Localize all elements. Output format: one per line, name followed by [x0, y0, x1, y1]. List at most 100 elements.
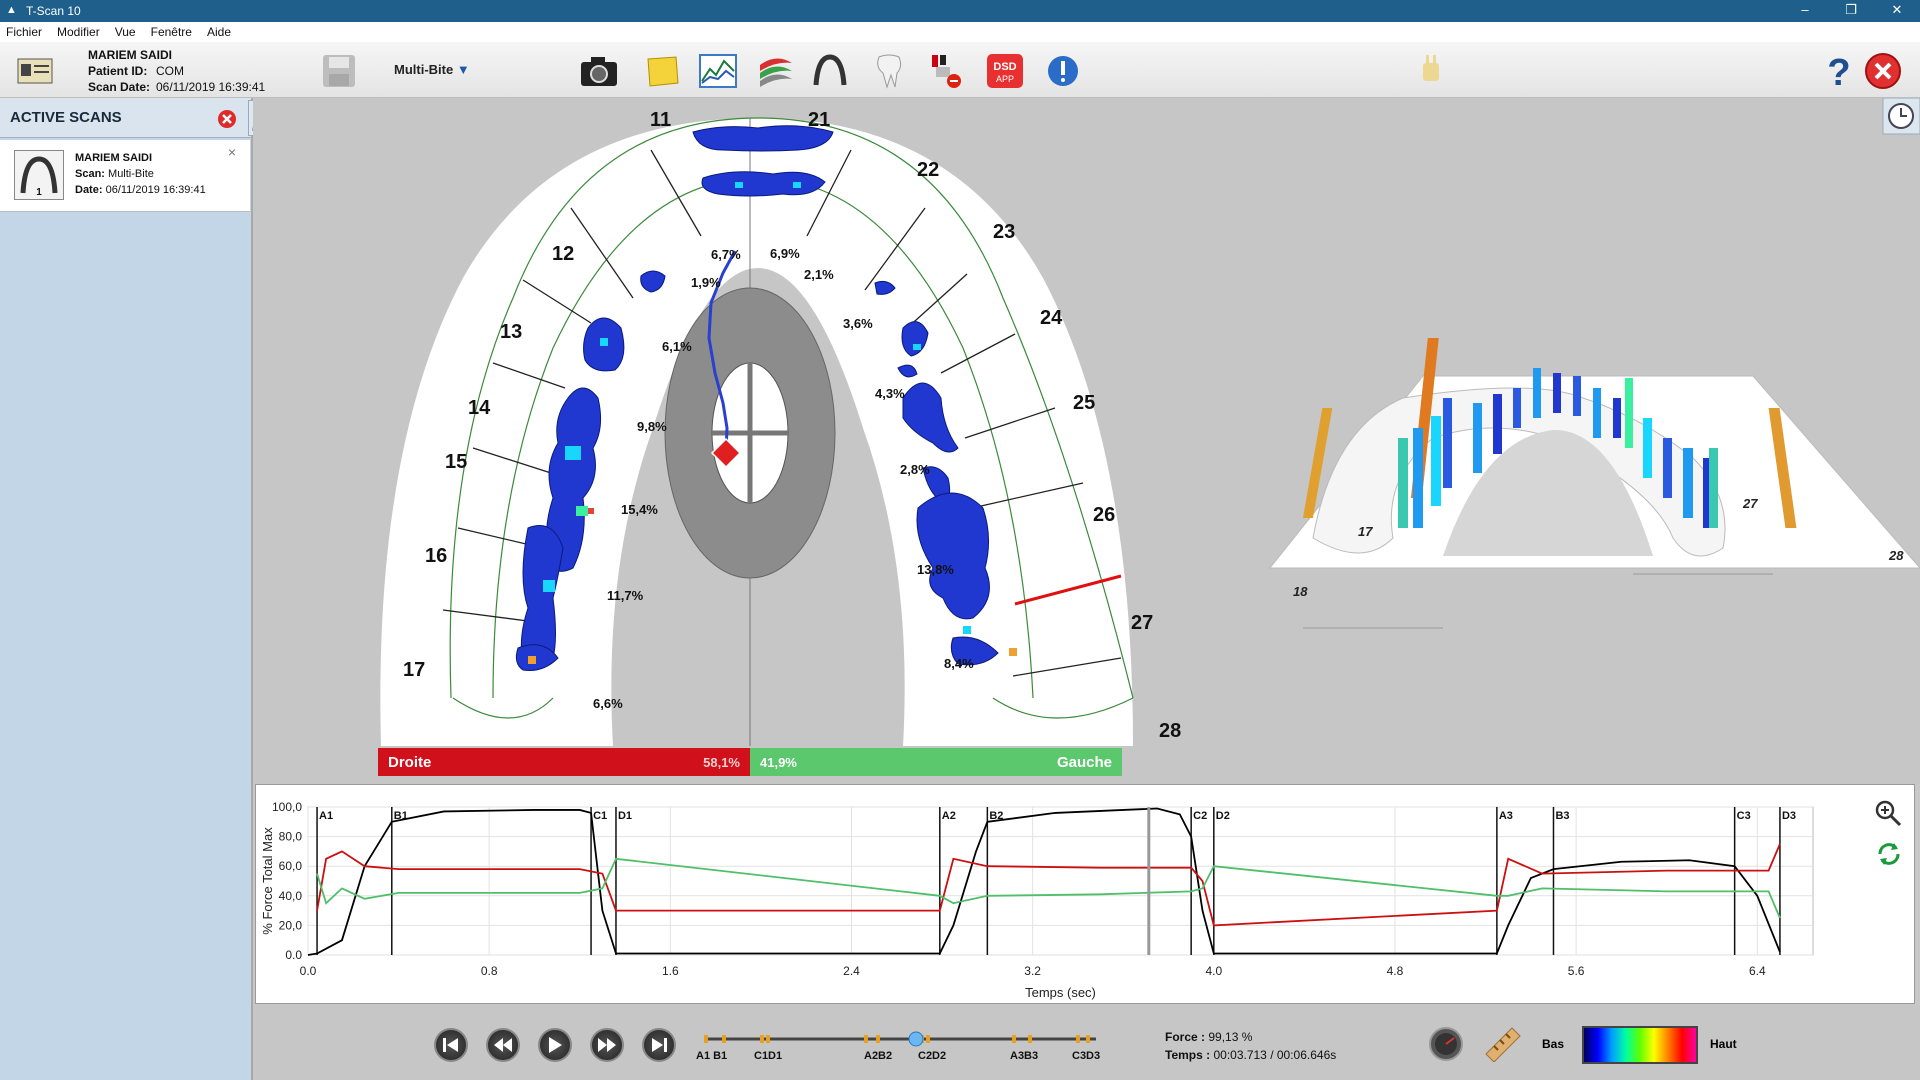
x-tick-label: 5.6: [1568, 964, 1585, 978]
scan-card-info: MARIEM SAIDI Scan: Multi-Bite Date: 06/1…: [75, 150, 206, 198]
layers-icon[interactable]: [755, 50, 797, 92]
tooth-27: 27: [1131, 612, 1153, 634]
fast-forward-button[interactable]: [590, 1028, 624, 1062]
marker-label-cd2: C2D2: [918, 1050, 947, 1062]
menu-aide[interactable]: Aide: [207, 25, 231, 39]
patient-name: MARIEM SAIDI: [88, 48, 172, 62]
marker-label-ab2: A2B2: [864, 1050, 893, 1062]
pct-r-5: 11,7%: [607, 588, 644, 603]
minimize-button[interactable]: –: [1782, 0, 1828, 22]
save-icon[interactable]: [318, 50, 360, 92]
marker-label: B3: [1555, 810, 1569, 822]
pct-l-0: 6,9%: [770, 246, 800, 261]
y-tick-label: 80,0: [279, 830, 303, 844]
help-icon[interactable]: ?: [1818, 50, 1860, 92]
balance-bar-left: 41,9% Gauche: [750, 748, 1122, 776]
marker-label: C2: [1193, 810, 1207, 822]
menu-modifier[interactable]: Modifier: [57, 25, 100, 39]
menu-fenetre[interactable]: Fenêtre: [151, 25, 192, 39]
rewind-button[interactable]: [486, 1028, 520, 1062]
tooth-28: 28: [1159, 720, 1181, 742]
y-axis-label: % Force Total Max: [260, 827, 275, 935]
x-tick-label: 2.4: [843, 964, 860, 978]
scan-date-label: Scan Date:: [88, 80, 151, 94]
skip-end-button[interactable]: [642, 1028, 676, 1062]
svg-text:DSD: DSD: [993, 61, 1016, 73]
scan-card-name: MARIEM SAIDI: [75, 152, 152, 164]
info-globe-icon[interactable]: [1042, 50, 1084, 92]
refresh-icon[interactable]: [1876, 841, 1902, 872]
y-tick-label: 20,0: [279, 918, 303, 932]
tooth-13: 13: [500, 321, 522, 343]
scan-card[interactable]: 1 MARIEM SAIDI Scan: Multi-Bite Date: 06…: [0, 140, 250, 212]
left-value: 41,9%: [760, 754, 797, 770]
active-scans-header: ACTIVE SCANS: [0, 98, 286, 138]
pct-l-5: 13,8%: [917, 562, 954, 577]
pct-r-1: 1,9%: [691, 275, 721, 290]
sensor-remove-icon[interactable]: [925, 50, 967, 92]
mode-dropdown[interactable]: Multi-Bite ▼: [394, 62, 470, 77]
pct-r-0: 6,7%: [711, 247, 741, 262]
arch-2d-view[interactable]: 11 12 13 14 15 16 17 21 22 23 24 25 26 2…: [253, 98, 1920, 784]
mode-value: Multi-Bite: [394, 62, 454, 77]
exit-icon[interactable]: [1862, 50, 1904, 92]
right-value: 58,1%: [703, 754, 740, 770]
clock-icon[interactable]: [1882, 98, 1920, 135]
y-tick-label: 40,0: [279, 889, 303, 903]
pct-l-6: 8,4%: [944, 656, 974, 671]
timeline-slider[interactable]: [700, 1030, 1100, 1050]
marker-label: D1: [618, 810, 632, 822]
marker-label: C1: [593, 810, 607, 822]
play-button[interactable]: [538, 1028, 572, 1062]
arch-3d-view[interactable]: 17 18 27 28: [1268, 338, 1920, 629]
dsd-app-icon[interactable]: DSD APP: [984, 50, 1026, 92]
main-view: 11 12 13 14 15 16 17 21 22 23 24 25 26 2…: [253, 98, 1920, 784]
pct-r-2: 6,1%: [662, 339, 692, 354]
patient-card-icon[interactable]: [14, 50, 56, 92]
force-label: Force :: [1165, 1030, 1206, 1044]
plug-icon[interactable]: [1410, 50, 1452, 92]
scan-card-close-icon[interactable]: ×: [228, 144, 236, 160]
ruler-icon[interactable]: [1484, 1026, 1522, 1067]
menu-vue[interactable]: Vue: [115, 25, 136, 39]
label-3d-18: 18: [1293, 584, 1308, 599]
chevron-down-icon: ▼: [456, 62, 470, 77]
marker-label: D3: [1782, 810, 1796, 822]
legend-low: Bas: [1542, 1037, 1565, 1051]
marker-label-ab3: A3B3: [1010, 1050, 1039, 1062]
y-tick-label: 0.0: [285, 948, 302, 962]
active-scans-panel: ACTIVE SCANS 1 MARIEM SAIDI Scan: Multi-…: [0, 98, 286, 1080]
graph-icon[interactable]: [697, 50, 739, 92]
close-window-button[interactable]: ✕: [1874, 0, 1920, 22]
restore-button[interactable]: ❐: [1828, 0, 1874, 22]
x-tick-label: 0.0: [300, 964, 317, 978]
x-tick-label: 4.8: [1387, 964, 1404, 978]
tooth-21: 21: [808, 109, 830, 131]
tooth-23: 23: [993, 221, 1015, 243]
arch-icon[interactable]: [809, 50, 851, 92]
left-label: Gauche: [1056, 753, 1112, 771]
note-icon[interactable]: [641, 50, 683, 92]
tooth-16: 16: [425, 545, 447, 567]
tooth-icon[interactable]: [868, 50, 910, 92]
menu-fichier[interactable]: Fichier: [6, 25, 42, 39]
x-tick-label: 1.6: [662, 964, 679, 978]
marker-label-cd1: C1D1: [754, 1050, 783, 1062]
y-tick-label: 60,0: [279, 859, 303, 873]
timeline-thumb[interactable]: [908, 1031, 924, 1047]
force-chart[interactable]: 0.0 20,0 40,0 60,0 80,0 100,0 0.0 0.8 1.6 2.4 3.2 4…: [256, 785, 1914, 1003]
x-tick-label: 3.2: [1024, 964, 1041, 978]
pct-l-3: 4,3%: [875, 386, 905, 401]
tooth-14: 14: [468, 397, 491, 419]
marker-label: C3: [1737, 810, 1751, 822]
skip-start-button[interactable]: [434, 1028, 468, 1062]
x-axis-label: Temps (sec): [1025, 985, 1096, 1000]
zoom-icon[interactable]: [1874, 799, 1902, 832]
camera-icon[interactable]: [578, 50, 620, 92]
close-scans-icon[interactable]: [217, 109, 237, 133]
scan-thumbnail: 1: [14, 150, 64, 200]
svg-text:APP: APP: [996, 74, 1014, 84]
gauge-icon[interactable]: [1428, 1026, 1464, 1067]
pct-r-3: 9,8%: [637, 419, 667, 434]
label-3d-28: 28: [1888, 548, 1904, 563]
